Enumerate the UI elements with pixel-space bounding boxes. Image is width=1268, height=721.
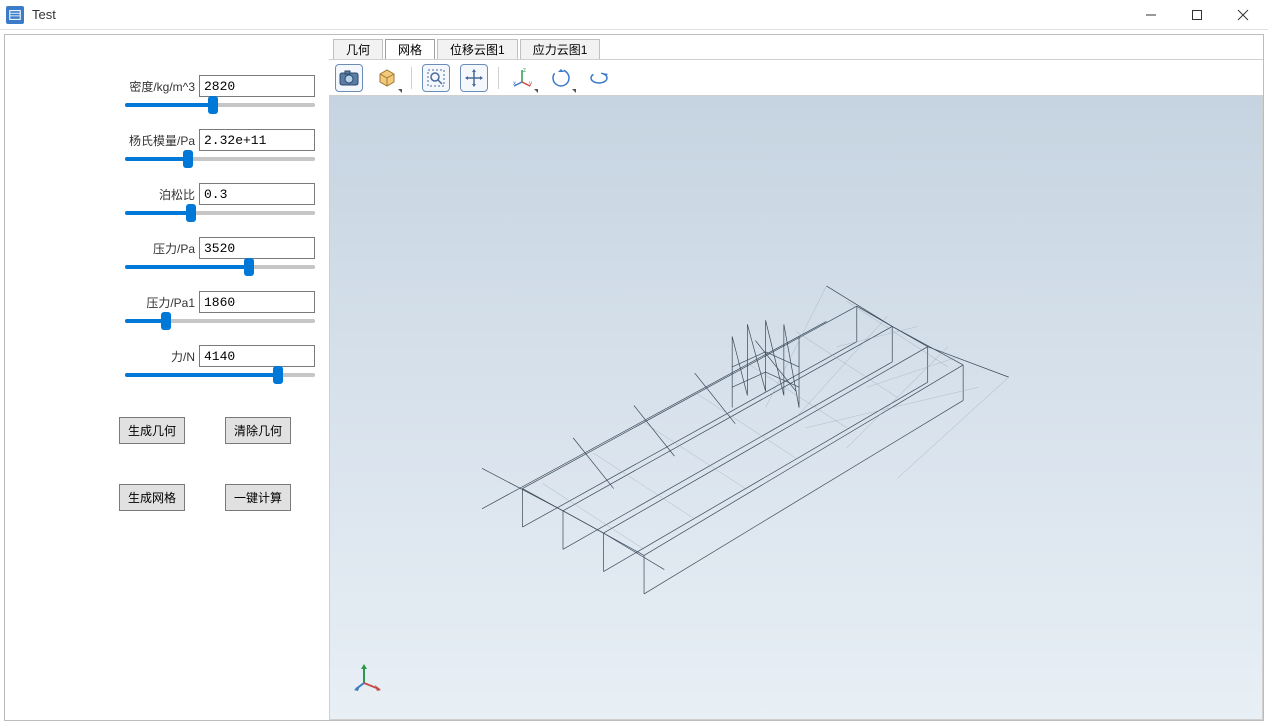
pressure-slider[interactable] xyxy=(125,265,315,269)
window-controls xyxy=(1128,0,1266,30)
zoom-rect-button[interactable] xyxy=(422,64,450,92)
generate-geometry-button[interactable]: 生成几何 xyxy=(119,417,185,444)
param-label: 杨氏模量/Pa xyxy=(129,132,195,149)
axis-triad-icon xyxy=(354,661,384,691)
close-icon xyxy=(1237,9,1249,21)
maximize-button[interactable] xyxy=(1174,0,1220,30)
chevron-down-icon xyxy=(398,89,402,93)
poisson-slider[interactable] xyxy=(125,211,315,215)
toolbar-separator xyxy=(498,67,499,89)
minimize-icon xyxy=(1145,9,1157,21)
param-pressure1: 压力/Pa1 xyxy=(19,291,315,323)
xyz-axis-icon: z y x xyxy=(512,68,534,88)
pressure1-slider[interactable] xyxy=(125,319,315,323)
param-label: 力/N xyxy=(171,348,195,365)
param-density: 密度/kg/m^3 xyxy=(19,75,315,107)
svg-text:z: z xyxy=(523,68,526,74)
wireframe-mesh xyxy=(330,96,1262,719)
svg-text:x: x xyxy=(513,81,516,87)
param-label: 泊松比 xyxy=(159,186,195,203)
tab-displacement[interactable]: 位移云图1 xyxy=(437,39,518,59)
window-body: 密度/kg/m^3 杨氏模量/Pa 泊松比 xyxy=(4,34,1264,721)
3d-box-icon xyxy=(376,68,398,88)
force-input[interactable] xyxy=(199,345,315,367)
rotate-button[interactable] xyxy=(547,64,575,92)
param-label: 压力/Pa1 xyxy=(146,294,195,311)
force-slider[interactable] xyxy=(125,373,315,377)
camera-icon xyxy=(339,70,359,86)
tab-geometry[interactable]: 几何 xyxy=(333,39,383,59)
viewer-pane: 几何 网格 位移云图1 应力云图1 xyxy=(329,35,1263,720)
close-button[interactable] xyxy=(1220,0,1266,30)
titlebar: Test xyxy=(0,0,1268,30)
generate-mesh-button[interactable]: 生成网格 xyxy=(119,484,185,511)
viewer-toolbar: z y x xyxy=(329,59,1263,95)
3d-viewer-canvas[interactable] xyxy=(329,95,1263,720)
rotate-scene-icon xyxy=(588,68,610,88)
density-slider[interactable] xyxy=(125,103,315,107)
screenshot-button[interactable] xyxy=(335,64,363,92)
svg-text:y: y xyxy=(529,81,532,87)
toolbar-separator xyxy=(411,67,412,89)
param-youngs-modulus: 杨氏模量/Pa xyxy=(19,129,315,161)
youngs-modulus-input[interactable] xyxy=(199,129,315,151)
param-label: 压力/Pa xyxy=(153,240,195,257)
maximize-icon xyxy=(1191,9,1203,21)
pan-button[interactable] xyxy=(460,64,488,92)
axis-view-button[interactable]: z y x xyxy=(509,64,537,92)
one-click-calc-button[interactable]: 一键计算 xyxy=(225,484,291,511)
tab-stress[interactable]: 应力云图1 xyxy=(520,39,601,59)
poisson-input[interactable] xyxy=(199,183,315,205)
zoom-rect-icon xyxy=(426,68,446,88)
pressure-input[interactable] xyxy=(199,237,315,259)
minimize-button[interactable] xyxy=(1128,0,1174,30)
chevron-down-icon xyxy=(534,89,538,93)
pressure1-input[interactable] xyxy=(199,291,315,313)
chevron-down-icon xyxy=(572,89,576,93)
app-icon xyxy=(6,6,24,24)
youngs-modulus-slider[interactable] xyxy=(125,157,315,161)
tab-row: 几何 网格 位移云图1 应力云图1 xyxy=(329,35,1263,59)
clear-geometry-button[interactable]: 清除几何 xyxy=(225,417,291,444)
3d-view-button[interactable] xyxy=(373,64,401,92)
sidebar: 密度/kg/m^3 杨氏模量/Pa 泊松比 xyxy=(5,35,329,720)
rotate-icon xyxy=(550,68,572,88)
rotate-scene-button[interactable] xyxy=(585,64,613,92)
param-force: 力/N xyxy=(19,345,315,377)
param-poisson: 泊松比 xyxy=(19,183,315,215)
param-pressure: 压力/Pa xyxy=(19,237,315,269)
tab-mesh[interactable]: 网格 xyxy=(385,39,435,59)
density-input[interactable] xyxy=(199,75,315,97)
window-title: Test xyxy=(32,7,1128,22)
pan-arrows-icon xyxy=(464,68,484,88)
param-label: 密度/kg/m^3 xyxy=(129,78,195,95)
